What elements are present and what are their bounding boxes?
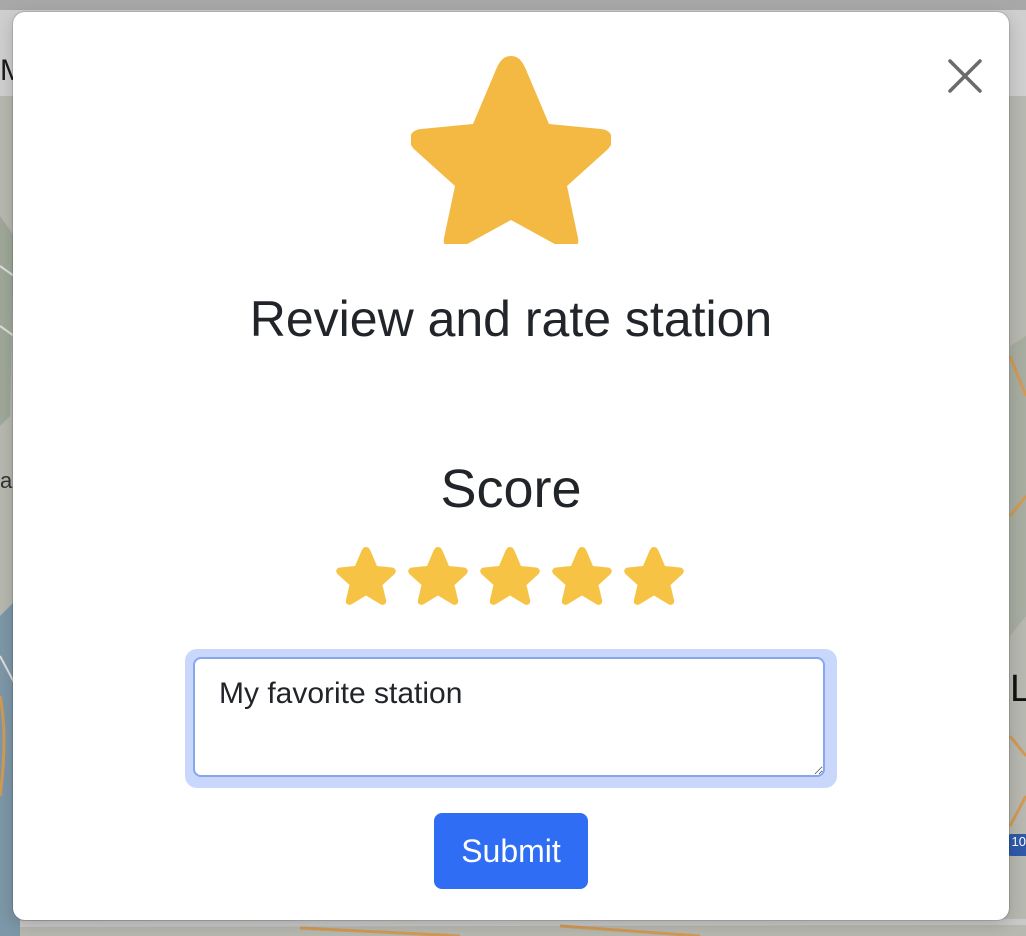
rating-star-5[interactable] (621, 544, 687, 610)
comment-focus-ring (185, 649, 837, 788)
map-label-right: L (1010, 668, 1026, 710)
comment-textarea[interactable] (193, 657, 825, 777)
score-label: Score (440, 459, 582, 519)
rating-star-2[interactable] (405, 544, 471, 610)
close-icon (948, 59, 982, 93)
star-icon (624, 547, 684, 605)
highway-shield: 10 (1008, 834, 1026, 856)
star-icon (408, 547, 468, 605)
star-icon (480, 547, 540, 605)
star-icon (552, 547, 612, 605)
rating-star-4[interactable] (549, 544, 615, 610)
star-rating (333, 544, 693, 610)
star-icon (411, 56, 611, 244)
modal-title: Review and rate station (249, 291, 773, 347)
review-modal: Review and rate station Score Submit (13, 12, 1009, 920)
close-button[interactable] (945, 56, 985, 96)
rating-star-3[interactable] (477, 544, 543, 610)
background-top-strip (0, 0, 1026, 10)
star-icon (336, 547, 396, 605)
submit-button[interactable]: Submit (434, 813, 588, 889)
rating-star-1[interactable] (333, 544, 399, 610)
map-label-left: a (0, 468, 13, 493)
